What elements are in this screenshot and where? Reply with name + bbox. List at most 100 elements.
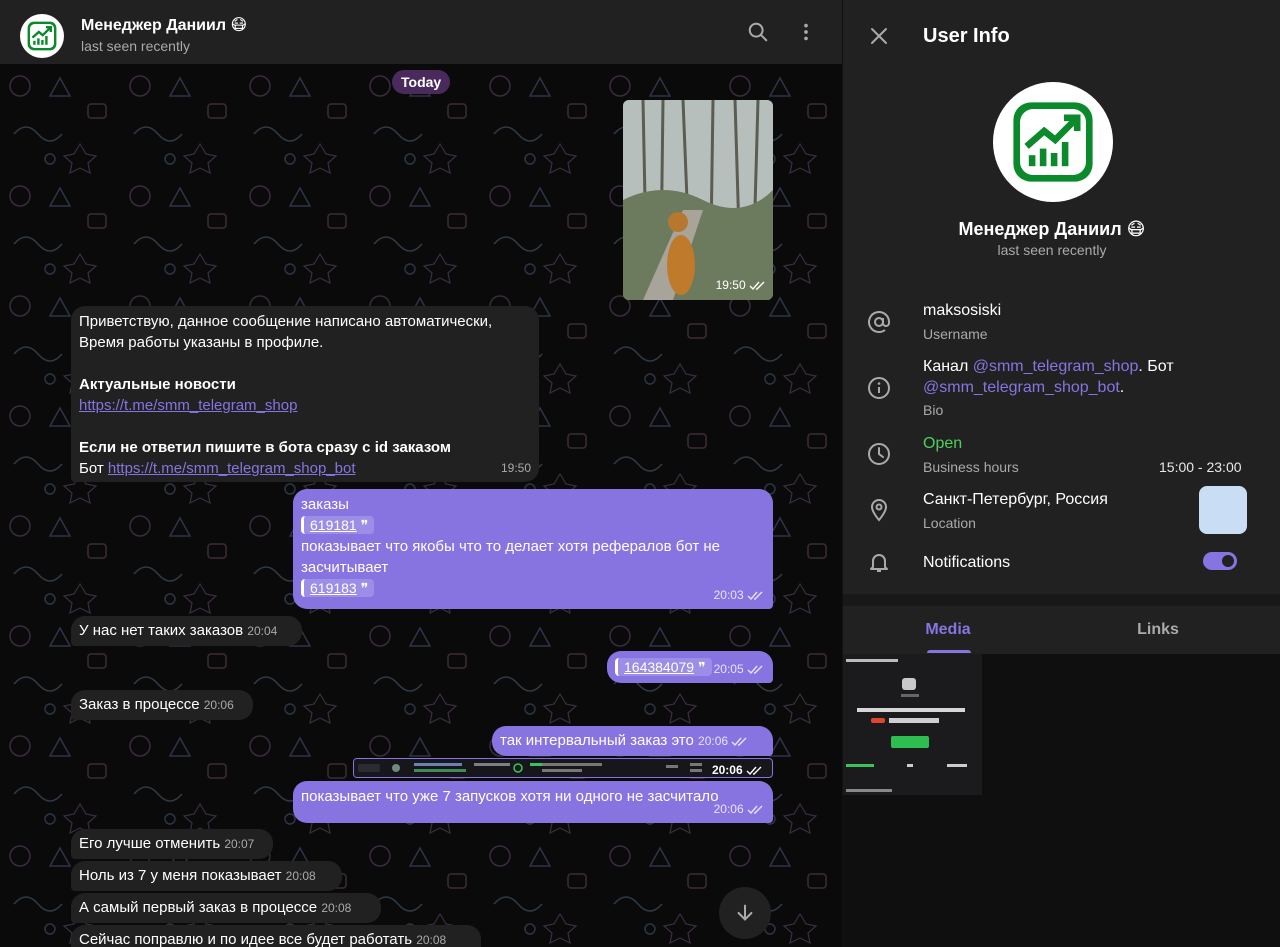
message-time: 20:08	[285, 869, 316, 883]
arrow-down-icon	[737, 904, 753, 921]
outgoing-message[interactable]: 164384079 ❞ 20:05	[607, 651, 773, 683]
message-text: Бот	[79, 460, 108, 477]
search-button[interactable]	[742, 16, 774, 48]
double-check-icon	[747, 665, 763, 674]
double-check-icon	[746, 766, 762, 775]
panel-title: User Info	[923, 25, 1010, 47]
location-label: Location	[923, 515, 976, 531]
bot-link[interactable]: https://t.me/smm_telegram_shop_bot	[108, 460, 356, 477]
bio-row[interactable]: Канал @smm_telegram_shop. Бот @smm_teleg…	[843, 356, 1261, 420]
message-text: Время работы указаны в профиле.	[79, 334, 324, 351]
more-button[interactable]	[790, 16, 822, 48]
message-time: 20:06	[713, 802, 744, 816]
info-icon	[865, 374, 893, 402]
message-text: Заказ в процессе	[79, 696, 200, 713]
message-time: 20:03	[713, 588, 744, 602]
tab-links[interactable]: Links	[1053, 606, 1263, 654]
channel-link[interactable]: https://t.me/smm_telegram_shop	[79, 397, 297, 414]
tab-media[interactable]: Media	[843, 606, 1053, 654]
photo-message[interactable]: 19:50	[623, 100, 773, 300]
location-value: Санкт-Петербург, Россия	[923, 491, 1108, 508]
message-text: А самый первый заказ в процессе	[79, 899, 318, 916]
location-map-thumbnail[interactable]	[1199, 486, 1247, 534]
chat-title: Менеджер Даниил 😷	[81, 17, 248, 34]
message-text: показывает что якобы что то делает хотя …	[301, 538, 721, 555]
chat-header[interactable]: Менеджер Даниил 😷 last seen recently	[0, 0, 842, 64]
message-time: 20:05	[713, 662, 744, 676]
media-grid	[843, 654, 1280, 947]
incoming-message[interactable]: Ноль из 7 у меня показывает 20:08	[71, 861, 342, 891]
outgoing-message[interactable]: заказы 619181 ❞ показывает что якобы что…	[293, 489, 773, 609]
outgoing-message[interactable]: показывает что уже 7 запусков хотя ни од…	[293, 781, 773, 823]
incoming-message[interactable]: Сейчас поправлю и по идее все будет рабо…	[71, 925, 481, 947]
incoming-message[interactable]: А самый первый заказ в процессе 20:08	[71, 893, 381, 923]
scroll-down-button[interactable]	[719, 887, 771, 939]
username-label: Username	[923, 326, 988, 342]
telegram-window: Менеджер Даниил 😷 last seen recently Tod…	[0, 0, 1280, 947]
business-hours-label: Business hours	[923, 459, 1019, 475]
message-text: заказы	[301, 496, 349, 513]
media-tabs: Media Links	[843, 606, 1280, 654]
growth-chart-icon	[1013, 102, 1093, 182]
message-text: У нас нет таких заказов	[79, 622, 244, 639]
message-text: так интервальный заказ это	[500, 732, 694, 749]
order-quote[interactable]: 619183 ❞	[301, 579, 375, 597]
bio-channel-link[interactable]: @smm_telegram_shop	[973, 358, 1139, 375]
message-text: засчитывает	[301, 559, 389, 576]
media-item[interactable]	[843, 654, 982, 795]
message-time: 20:07	[224, 837, 255, 851]
outgoing-message[interactable]: так интервальный заказ это 20:06	[492, 726, 773, 756]
double-check-icon	[747, 591, 763, 600]
profile-avatar[interactable]	[993, 82, 1113, 202]
notifications-label: Notifications	[923, 554, 1011, 571]
incoming-message[interactable]: Его лучше отменить 20:07	[71, 829, 273, 859]
section-divider	[843, 594, 1280, 606]
screenshot-message[interactable]: 20:06	[353, 758, 773, 778]
user-info-panel: User Info Менеджер Даниил 😷 last seen re…	[842, 0, 1280, 947]
username-row[interactable]: maksosiski Username	[843, 296, 1261, 352]
username-value: maksosiski	[923, 302, 1002, 319]
message-time: 20:08	[416, 933, 447, 947]
bio-bot-link[interactable]: @smm_telegram_shop_bot	[923, 379, 1120, 396]
photo-thumbnail	[623, 100, 773, 300]
message-time: 20:06	[203, 698, 234, 712]
incoming-message[interactable]: У нас нет таких заказов 20:04	[71, 616, 302, 646]
message-time: 20:08	[321, 901, 352, 915]
notifications-row[interactable]: Notifications	[843, 546, 1261, 578]
clock-icon	[865, 440, 893, 468]
quote-icon: ❞	[697, 659, 706, 675]
search-icon	[748, 22, 768, 42]
profile-status: last seen recently	[997, 242, 1107, 258]
business-hours-value: 15:00 - 23:00	[1159, 459, 1242, 475]
chat-area: Менеджер Даниил 😷 last seen recently Tod…	[0, 0, 842, 947]
chat-header-info[interactable]: Менеджер Даниил 😷 last seen recently	[81, 16, 247, 56]
message-text: Его лучше отменить	[79, 835, 221, 852]
message-time: 19:50	[500, 461, 531, 475]
message-time: 20:06	[711, 763, 743, 777]
message-text: Если не ответил пишите в бота сразу с id…	[79, 439, 451, 456]
double-check-icon	[731, 737, 747, 746]
message-time: 19:50	[715, 278, 746, 292]
notifications-toggle[interactable]	[1203, 552, 1237, 570]
message-text: Сейчас поправлю и по идее все будет рабо…	[79, 931, 413, 947]
quote-icon: ❞	[360, 580, 369, 596]
location-pin-icon	[865, 496, 893, 524]
media-thumbnail	[843, 654, 982, 795]
business-hours-row[interactable]: Open Business hours 15:00 - 23:00	[843, 430, 1261, 480]
message-text: показывает что уже 7 запусков хотя ни од…	[301, 788, 719, 805]
incoming-message[interactable]: Заказ в процессе 20:06	[71, 690, 253, 720]
at-sign-icon	[865, 308, 893, 336]
profile-name: Менеджер Даниил 😷	[958, 219, 1146, 239]
chat-avatar[interactable]	[20, 14, 64, 58]
order-quote[interactable]: 619181 ❞	[301, 516, 375, 534]
close-button[interactable]	[863, 20, 895, 52]
message-list[interactable]: 19:50 Приветствую, данное сообщение напи…	[0, 0, 842, 947]
message-time: 20:06	[698, 734, 729, 748]
bio-text: Канал	[923, 358, 973, 375]
double-check-icon	[747, 805, 763, 814]
order-quote[interactable]: 164384079 ❞	[615, 658, 712, 676]
message-time: 20:04	[247, 624, 278, 638]
bio-text: .	[1119, 379, 1125, 396]
incoming-message[interactable]: Приветствую, данное сообщение написано а…	[71, 306, 539, 482]
bio-label: Bio	[923, 402, 944, 418]
